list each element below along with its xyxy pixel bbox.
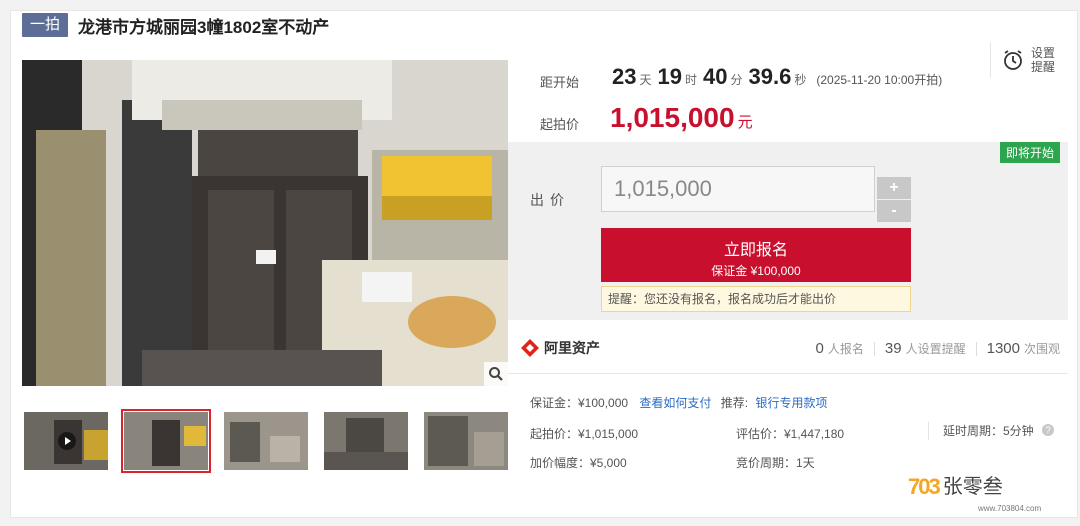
signup-button[interactable]: 立即报名 保证金 ¥100,000 — [601, 228, 911, 282]
start-price-unit: 元 — [737, 114, 753, 131]
title-row: 一拍 龙港市方城丽园3幢1802室不动产 — [22, 12, 329, 38]
countdown-days: 23 — [612, 64, 637, 89]
deposit-row: 保证金：¥100,000 查看如何支付 推荐: 银行专用款项 — [530, 394, 827, 411]
countdown-seconds: 39.6 — [748, 64, 792, 89]
signups-label: 人报名 — [827, 342, 864, 356]
countdown-timer: 23 天 19 时 40 分 39.6 秒 (2025-11-20 10:00开… — [612, 64, 942, 90]
help-icon[interactable]: ? — [1041, 423, 1055, 437]
signup-notice: 提醒：您还没有报名，报名成功后才能出价 — [601, 286, 911, 312]
thumbnail-3[interactable] — [224, 412, 308, 470]
deposit-label: 保证金 ¥100,000 — [711, 264, 801, 278]
thumbnail-image — [324, 412, 408, 470]
main-photo[interactable] — [22, 60, 508, 386]
thumbnail-4[interactable] — [324, 412, 408, 470]
watermark-logo: 703 — [908, 474, 941, 500]
stat-divider — [873, 341, 875, 356]
signups-count: 0 — [815, 340, 824, 357]
platform-row: 阿里资产 0 人报名 39 人设置提醒 1300 次围观 — [508, 330, 1068, 374]
status-badge: 即将开始 — [999, 142, 1060, 163]
platform-name: 阿里资产 — [544, 340, 600, 356]
countdown-minutes: 40 — [703, 64, 728, 89]
magnifier-icon — [489, 367, 503, 381]
thumbnail-5[interactable] — [424, 412, 508, 470]
play-icon — [58, 432, 76, 450]
watermark-name: 张零叁 — [942, 476, 1003, 498]
countdown-hours: 19 — [657, 64, 682, 89]
recommend-label: 推荐: — [720, 396, 749, 410]
delay-period-item: 延时周期：5分钟 ? — [928, 422, 1055, 440]
svg-text:?: ? — [1045, 426, 1051, 437]
detail-appraisal-price: 评估价：¥1,447,180 — [736, 427, 845, 441]
auction-stats: 0 人报名 39 人设置提醒 1300 次围观 — [816, 340, 1060, 357]
alarm-clock-icon — [1004, 50, 1022, 70]
deposit-text: 保证金：¥100,000 — [530, 396, 629, 410]
apartment-door-photo — [22, 60, 508, 386]
views-label: 次围观 — [1023, 342, 1060, 356]
thumbnail-2[interactable] — [121, 409, 211, 473]
countdown-minutes-unit: 分 — [730, 73, 743, 87]
bid-label: 出价 — [530, 192, 570, 208]
detail-start-price: 起拍价：¥1,015,000 — [530, 427, 639, 441]
stat-divider — [975, 341, 977, 356]
start-price-label: 起拍价 — [540, 117, 580, 132]
reminders-label: 人设置提醒 — [905, 342, 966, 356]
bid-amount-input[interactable] — [601, 166, 875, 212]
watermark-logo-text: 703 — [908, 474, 941, 499]
ali-logo-icon — [521, 339, 539, 357]
countdown-seconds-unit: 秒 — [794, 73, 807, 87]
site-watermark: 703 张零叁 www.703804.com — [908, 474, 1041, 513]
bid-panel: 即将开始 出价 + - 立即报名 保证金 ¥100,000 提醒：您还没有报名，… — [508, 142, 1068, 320]
detail-delay-period: 延时周期：5分钟 — [943, 424, 1034, 438]
thumbnail-image — [424, 412, 508, 470]
decrease-bid-button[interactable]: - — [877, 200, 911, 222]
signup-label: 立即报名 — [723, 242, 788, 259]
bank-payment-link[interactable]: 银行专用款项 — [755, 396, 827, 410]
start-price-value: 1,015,000 元 — [610, 102, 753, 134]
thumbnail-image — [224, 412, 308, 470]
zoom-button[interactable] — [484, 362, 508, 386]
thumbnail-strip — [22, 408, 508, 473]
set-reminder-button[interactable]: 设置提醒 — [990, 42, 1060, 78]
countdown-label: 距开始 — [540, 75, 580, 90]
reminders-count: 39 — [884, 340, 902, 357]
countdown-days-unit: 天 — [639, 73, 652, 87]
page-title: 龙港市方城丽园3幢1802室不动产 — [78, 17, 330, 37]
detail-bid-period: 竞价周期：1天 — [736, 456, 815, 470]
increase-bid-button[interactable]: + — [877, 177, 911, 199]
detail-increment: 加价幅度：¥5,000 — [530, 456, 627, 470]
watermark-url: www.703804.com — [978, 504, 1042, 513]
reminder-label: 设置提醒 — [1031, 46, 1056, 74]
thumbnail-1[interactable] — [24, 412, 108, 470]
countdown-hours-unit: 时 — [684, 73, 697, 87]
ali-assets-logo: 阿里资产 — [520, 338, 600, 358]
auction-round-tag: 一拍 — [22, 13, 69, 37]
thumbnail-image — [124, 412, 208, 470]
how-to-pay-link[interactable]: 查看如何支付 — [639, 396, 711, 410]
start-price-amount: 1,015,000 — [610, 102, 735, 133]
auction-start-time: (2025-11-20 10:00开拍) — [816, 73, 943, 87]
views-count: 1300 — [986, 340, 1020, 357]
